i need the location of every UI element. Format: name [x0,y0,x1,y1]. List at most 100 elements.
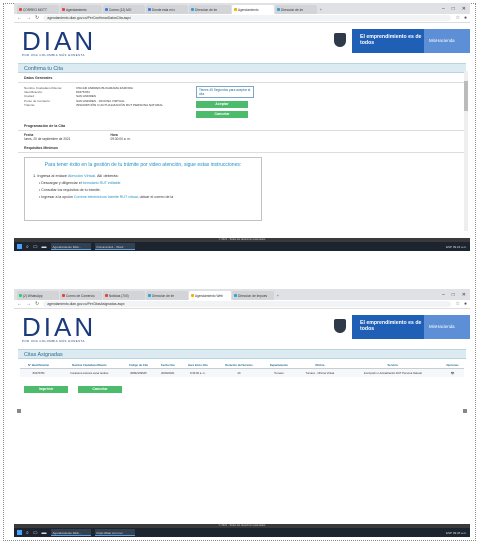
minhacienda-banner: MinHacienda [424,29,470,53]
windows-start-icon[interactable] [17,530,22,535]
reload-icon[interactable]: ↻ [35,301,39,307]
datos-generales-heading: Datos Generales [18,73,466,83]
view-eye-icon[interactable]: 👁 [440,368,464,377]
atencion-virtual-link[interactable]: Atención Virtual [68,173,95,178]
requisitos-heading: Requisitos Mínimos [18,143,466,153]
browser-tabbar: (2) WhatsApp Correo de Comercio Noticias… [14,289,470,300]
browser-tab[interactable]: Correo de Comercio [60,291,102,300]
forward-icon[interactable]: → [26,15,31,21]
print-button[interactable]: Imprimir [24,386,68,393]
browser-tab[interactable]: Direccion de Im [189,5,231,14]
favicon-icon [191,8,194,11]
minimize-icon[interactable]: – [442,6,445,12]
countdown-timer: Tienes 45 Segundos para aceptar la cita. [196,86,254,98]
taskbar: ⌕ ▭ ▬ Agendamiento Web... Documento1 - W… [14,242,470,251]
browser-tab[interactable]: Noticias (700) [103,291,145,300]
favicon-icon [234,8,237,11]
favicon-icon [234,294,237,297]
scroll-thumb[interactable] [464,81,468,111]
accept-button[interactable]: Aceptar [196,101,248,108]
search-icon[interactable]: ⌕ [26,244,29,250]
taskbar-app[interactable]: Documento1 - Word [94,243,135,250]
file-explorer-icon[interactable]: ▬ [42,244,47,250]
row-label: Trámite: [24,102,36,107]
address-bar: ← → ↻ agendamiento.dian.gov.co/PerConfir… [14,14,470,23]
maximize-icon[interactable]: □ [452,292,455,298]
step-text: . Allí deberás: [95,173,119,178]
dian-logo[interactable]: DIAN [22,28,96,54]
table-row: 83476784 bucarama zamora oscar andres 30… [20,368,464,377]
url-input[interactable]: agendamiento.dian.gov.co/PerCitasAsignad… [43,301,452,307]
logo-tagline: POR UNA COLOMBIA MÁS HONESTA [22,53,85,57]
bullet-text: Ingresar a la opción [41,195,74,199]
browser-tabbar: CORREO MOTT Agendamiento Correo (12) MO … [14,3,470,14]
profile-icon[interactable]: ● [464,15,467,21]
browser-tab[interactable]: Direccion de Impues [232,291,274,300]
minhacienda-banner: MinHacienda [424,315,470,339]
browser-tab-active[interactable]: Agendamiento Web [189,291,231,300]
browser-tab[interactable]: Agendamiento [60,5,102,14]
handle-icon [463,409,467,413]
dian-logo[interactable]: DIAN [22,314,96,340]
list-item: • Ingresar a la opción Correos electróni… [39,195,174,199]
favicon-icon [277,8,280,11]
favicon-icon [105,8,108,11]
search-icon[interactable]: ⌕ [26,530,29,536]
table-cell: bucarama zamora oscar andres [57,368,122,377]
file-explorer-icon[interactable]: ▬ [42,530,47,536]
tab-label: Correo (12) MO [109,7,132,12]
close-icon[interactable]: ✕ [462,292,466,298]
table-cell: 20/09/2021 [155,368,181,377]
maximize-icon[interactable]: □ [452,6,455,12]
system-tray[interactable]: ESP 09:24 a.m. [446,245,467,249]
star-icon[interactable]: ☆ [455,15,459,21]
tab-label: CORREO MOTT [23,7,47,12]
forward-icon[interactable]: → [26,301,31,307]
task-view-icon[interactable]: ▭ [33,530,38,536]
star-icon[interactable]: ☆ [455,301,459,307]
reload-icon[interactable]: ↻ [35,15,39,21]
close-icon[interactable]: ✕ [462,6,466,12]
table-cell: 20 [215,368,263,377]
formulario-rut-link[interactable]: formulario RUT editable [83,181,121,185]
url-input[interactable]: agendamiento.dian.gov.co/PerConfirmarDat… [43,15,452,21]
cancel-button[interactable]: Cancelar [196,111,248,118]
windows-start-icon[interactable] [17,244,22,249]
browser-tab[interactable]: CORREO MOTT [17,5,59,14]
list-item: • Descargar y diligenciar el formulario … [39,181,121,185]
task-view-icon[interactable]: ▭ [33,244,38,250]
tab-label: Noticias (700) [109,293,129,298]
browser-tab[interactable]: Donde esta mi c [146,5,188,14]
screenshot-assigned-appointments: (2) WhatsApp Correo de Comercio Noticias… [14,289,470,537]
list-item: • Consultar los requisitos de tu trámite… [39,188,101,192]
taskbar-app[interactable]: Agendamiento Web... [50,529,91,536]
screenshot-confirm-appointment: CORREO MOTT Agendamiento Correo (12) MO … [14,3,470,251]
tab-label: Direccion de Im [281,7,304,12]
correos-rut-link[interactable]: Correos electrónicos trámite RUT virtual [74,195,138,199]
back-icon[interactable]: ← [17,15,22,21]
window-controls: – □ ✕ [442,292,470,300]
taskbar-app[interactable]: https://dian.com.co/ [94,529,135,536]
step-text: 1. Ingresa al enlace [33,173,68,178]
scrollbar[interactable] [464,71,468,231]
browser-tab-active[interactable]: Agendamiento [232,5,274,14]
tab-label: Agendamiento Web [195,293,223,298]
back-icon[interactable]: ← [17,301,22,307]
new-tab-button[interactable]: + [275,291,283,300]
browser-tab[interactable]: Direccion de Im [146,291,188,300]
tab-label: Donde esta mi c [152,7,176,12]
programacion: Fecha lunes, 20 de septiembre de 2021 Hor… [14,131,470,143]
browser-tab[interactable]: (2) WhatsApp [17,291,59,300]
minimize-icon[interactable]: – [442,292,445,298]
logo-tagline: POR UNA COLOMBIA MÁS HONESTA [22,339,85,343]
system-tray[interactable]: ESP 09:26 a.m. [446,531,467,535]
cancel-appointment-button[interactable]: Cancelar [78,386,122,393]
new-tab-button[interactable]: + [318,5,326,14]
favicon-icon [148,8,151,11]
table-cell: Inscripción o Actualización RUT Persona … [344,368,441,377]
browser-tab[interactable]: Direccion de Im [275,5,317,14]
taskbar-app[interactable]: Agendamiento Web... [50,243,91,250]
data-row: Trámite: INSCRIPCIÓN O ACTUALIZACIÓN RUT … [24,103,172,107]
browser-tab[interactable]: Correo (12) MO [103,5,145,14]
profile-icon[interactable]: ● [464,301,467,307]
